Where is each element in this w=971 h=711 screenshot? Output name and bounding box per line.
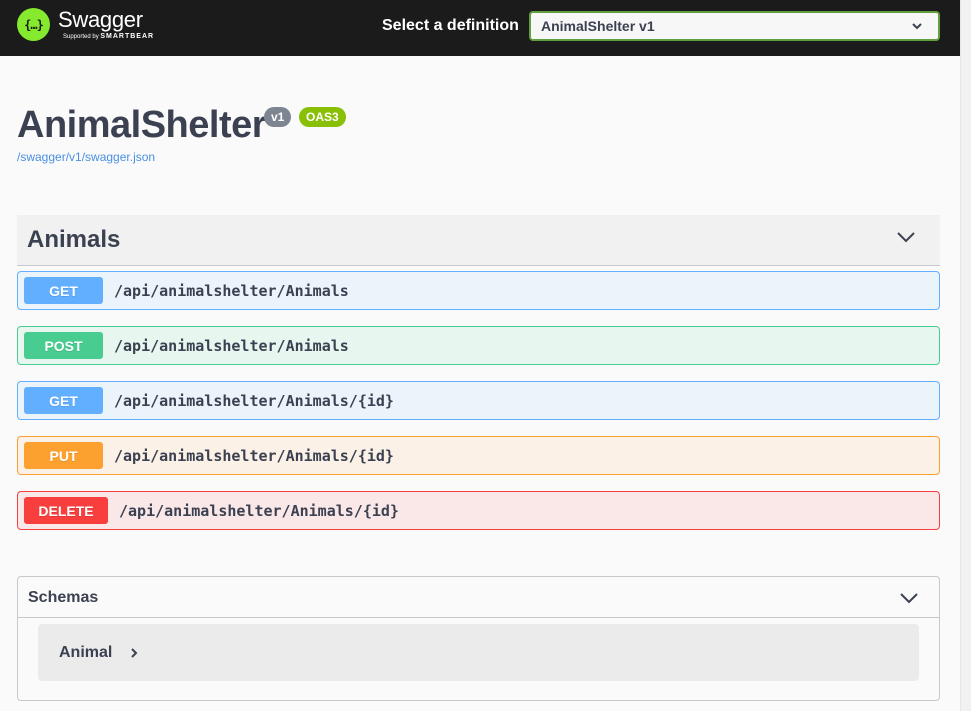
tag-title: Animals — [27, 226, 121, 253]
method-badge: DELETE — [24, 497, 108, 524]
operation-path: /api/animalshelter/Animals/{id} — [114, 391, 394, 410]
operation-put-animal[interactable]: PUT /api/animalshelter/Animals/{id} — [17, 436, 940, 475]
chevron-down-icon[interactable] — [899, 591, 919, 605]
model-name: Animal — [59, 644, 113, 661]
operation-path: /api/animalshelter/Animals — [114, 281, 349, 300]
schemas-header[interactable]: Schemas — [18, 577, 939, 618]
schemas-title: Schemas — [28, 589, 99, 606]
definition-label: Select a definition — [382, 17, 519, 34]
definition-select-value: AnimalShelter v1 — [541, 18, 655, 34]
chevron-down-icon — [912, 23, 922, 30]
operation-path: /api/animalshelter/Animals/{id} — [119, 501, 399, 520]
swagger-logo[interactable]: {…} Swagger Supported by SMARTBEAR — [17, 8, 154, 42]
chevron-right-icon[interactable] — [129, 646, 139, 660]
topbar: {…} Swagger Supported by SMARTBEAR Selec… — [0, 0, 960, 56]
oas-badge: OAS3 — [299, 107, 346, 127]
scrollbar[interactable] — [960, 0, 971, 711]
swagger-logo-icon: {…} — [17, 8, 50, 41]
version-badge: v1 — [264, 107, 292, 127]
model-animal[interactable]: Animal — [38, 624, 919, 681]
chevron-down-icon[interactable] — [896, 230, 916, 244]
logo-title: Swagger — [58, 7, 143, 32]
spec-link[interactable]: /swagger/v1/swagger.json — [17, 150, 155, 164]
logo-sub-brand: SMARTBEAR — [100, 33, 155, 40]
tag-header-animals[interactable]: Animals — [17, 215, 940, 266]
operation-get-animals[interactable]: GET /api/animalshelter/Animals — [17, 271, 940, 310]
method-badge: GET — [24, 387, 103, 414]
api-title: AnimalShelter — [17, 104, 267, 146]
definition-select[interactable]: AnimalShelter v1 — [529, 11, 940, 41]
logo-subtitle: Supported by SMARTBEAR — [63, 32, 154, 42]
method-badge: GET — [24, 277, 103, 304]
operation-path: /api/animalshelter/Animals/{id} — [114, 446, 394, 465]
logo-sub-prefix: Supported by — [63, 34, 101, 40]
operation-post-animals[interactable]: POST /api/animalshelter/Animals — [17, 326, 940, 365]
logo-text: Swagger Supported by SMARTBEAR — [58, 8, 154, 42]
operation-delete-animal[interactable]: DELETE /api/animalshelter/Animals/{id} — [17, 491, 940, 530]
operation-path: /api/animalshelter/Animals — [114, 336, 349, 355]
schemas-section: Schemas Animal — [17, 576, 940, 701]
operation-get-animal-by-id[interactable]: GET /api/animalshelter/Animals/{id} — [17, 381, 940, 420]
method-badge: PUT — [24, 442, 103, 469]
method-badge: POST — [24, 332, 103, 359]
